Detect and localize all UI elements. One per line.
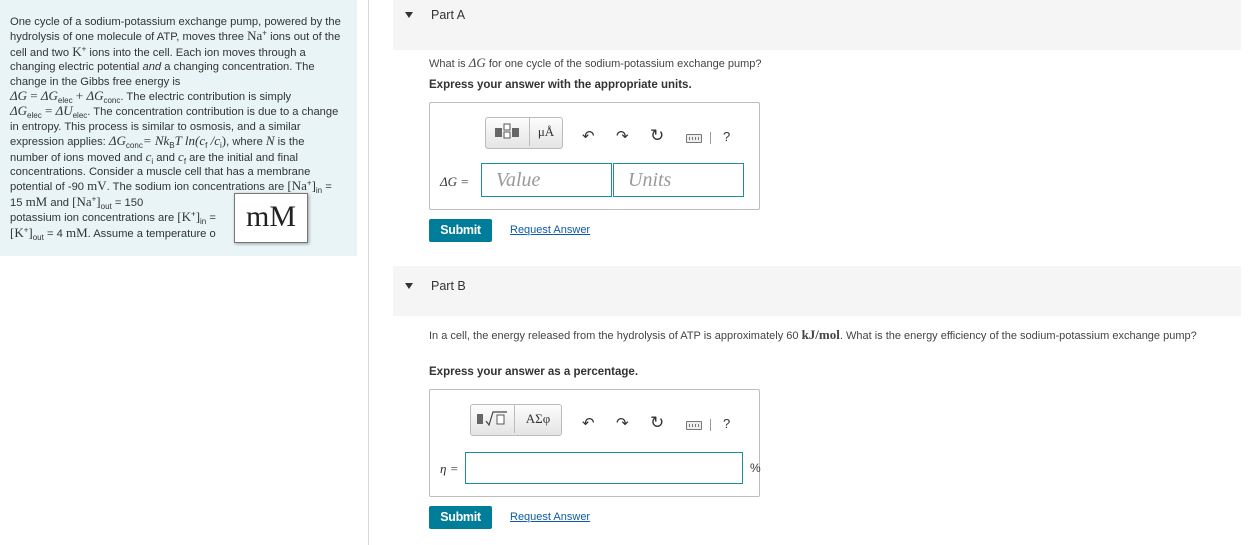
na-out-label: [Na	[72, 193, 92, 209]
problem-text: . Assume a temperature o	[87, 227, 216, 240]
problem-text: potassium ion concentrations are	[10, 212, 178, 225]
equation-term: ΔG	[108, 133, 126, 149]
part-a-question: What is ΔG for one cycle of the sodium-p…	[429, 56, 1229, 71]
part-b-title: Part B	[431, 279, 466, 293]
equation-term: ΔG	[10, 103, 28, 119]
units-input[interactable]: Units	[613, 163, 744, 197]
equation-term: /c	[207, 133, 220, 149]
na-in-label: [Na	[287, 178, 307, 194]
part-a-submit-button[interactable]: Submit	[429, 219, 492, 242]
subscript: elec	[72, 111, 88, 121]
equation-delta-g: ΔG	[10, 88, 28, 104]
percent-suffix: %	[750, 461, 761, 475]
part-b-instructions: Express your answer as a percentage.	[429, 366, 639, 378]
subscript: elec	[27, 111, 42, 121]
subscript: out	[100, 202, 112, 212]
question-text: What is	[429, 58, 469, 70]
unit-mm: mM	[65, 224, 88, 240]
part-a-request-answer-link[interactable]: Request Answer	[510, 224, 590, 236]
efficiency-input[interactable]	[465, 452, 743, 484]
part-a-answer-box: μÅ ↶ ↷ ↻ ? ΔG = Value Units	[429, 102, 760, 210]
part-b-submit-button[interactable]: Submit	[429, 506, 492, 529]
reset-icon[interactable]: ↻	[650, 127, 664, 144]
na-out-value: = 150	[111, 196, 144, 209]
value-input[interactable]: Value	[481, 163, 612, 197]
help-icon[interactable]: ?	[723, 416, 730, 432]
fraction-root-icon	[476, 411, 507, 427]
part-b-question: In a cell, the energy released from the …	[429, 328, 1229, 343]
question-text: for one cycle of the sodium-potassium ex…	[485, 58, 762, 70]
toolbar-group: μÅ	[485, 117, 563, 149]
unit-kj-mol: kJ/mol	[801, 327, 840, 342]
math-toolbar: ΑΣφ ↶ ↷ ↻ ?	[430, 390, 759, 436]
label-text: ΔG =	[440, 174, 470, 189]
templates-icon	[494, 123, 519, 139]
k-out-value: = 4	[43, 227, 66, 240]
emphasis-and: and	[142, 61, 162, 74]
symbols-button[interactable]: ΑΣφ	[515, 405, 561, 433]
delta-g-label: ΔG =	[440, 174, 469, 190]
keyboard-icon[interactable]	[686, 134, 702, 143]
k-in-label: [K	[177, 209, 192, 225]
part-b-request-answer-link[interactable]: Request Answer	[510, 511, 590, 523]
unit-mm: mM	[25, 193, 48, 209]
variable-n: N	[265, 133, 275, 149]
question-text: In a cell, the energy released from the …	[429, 330, 802, 342]
eta-label: η =	[440, 461, 458, 477]
templates-button[interactable]	[471, 405, 515, 433]
part-b-answer-box: ΑΣφ ↶ ↷ ↻ ? η = %	[429, 389, 761, 497]
redo-icon[interactable]: ↷	[616, 416, 629, 432]
undo-icon[interactable]: ↶	[582, 416, 595, 432]
k-in-value: =	[206, 212, 216, 225]
unit-mv: mV	[87, 178, 107, 194]
subscript: conc	[125, 141, 143, 151]
part-a-title: Part A	[431, 8, 466, 22]
redo-icon[interactable]: ↷	[616, 129, 629, 145]
question-text: . What is the energy efficiency of the s…	[839, 330, 1197, 342]
problem-text: . The sodium ion concentrations are	[106, 181, 288, 194]
units-button[interactable]: μÅ	[530, 118, 562, 146]
problem-text: and	[153, 151, 179, 164]
undo-icon[interactable]: ↶	[582, 129, 595, 145]
collapse-triangle-icon[interactable]	[405, 12, 413, 18]
part-b-header[interactable]: Part B	[393, 266, 1241, 316]
toolbar-separator	[710, 132, 711, 144]
keyboard-icon[interactable]	[686, 421, 702, 430]
unit-tooltip: mM	[234, 193, 308, 243]
problem-text: and	[47, 196, 73, 209]
toolbar-separator	[710, 419, 711, 431]
reset-icon[interactable]: ↻	[650, 414, 664, 431]
equation-term: = Nk	[142, 133, 170, 149]
sodium-symbol: Na	[247, 28, 263, 44]
toolbar-group: ΑΣφ	[470, 404, 562, 436]
problem-text: . The electric contribution is simply	[120, 91, 292, 104]
problem-text: , where	[226, 136, 266, 149]
equation-term: T ln(c	[174, 133, 206, 149]
math-toolbar: μÅ ↶ ↷ ↻ ?	[430, 103, 759, 149]
help-icon[interactable]: ?	[723, 129, 730, 145]
delta-g-symbol: ΔG	[468, 55, 486, 70]
part-a-instructions: Express your answer with the appropriate…	[429, 79, 692, 91]
templates-button[interactable]	[486, 118, 530, 146]
column-divider	[368, 0, 369, 545]
equation-term: ΔG	[86, 88, 104, 104]
k-out-label: [K	[10, 224, 24, 240]
subscript: conc	[103, 96, 121, 106]
equation-term: ΔG	[40, 88, 58, 104]
potassium-symbol: K	[72, 43, 82, 59]
equation-term: ΔU	[55, 103, 73, 119]
part-a-header[interactable]: Part A	[393, 0, 1241, 50]
subscript: out	[32, 232, 44, 242]
collapse-triangle-icon[interactable]	[405, 283, 413, 289]
label-text: η =	[440, 461, 459, 476]
